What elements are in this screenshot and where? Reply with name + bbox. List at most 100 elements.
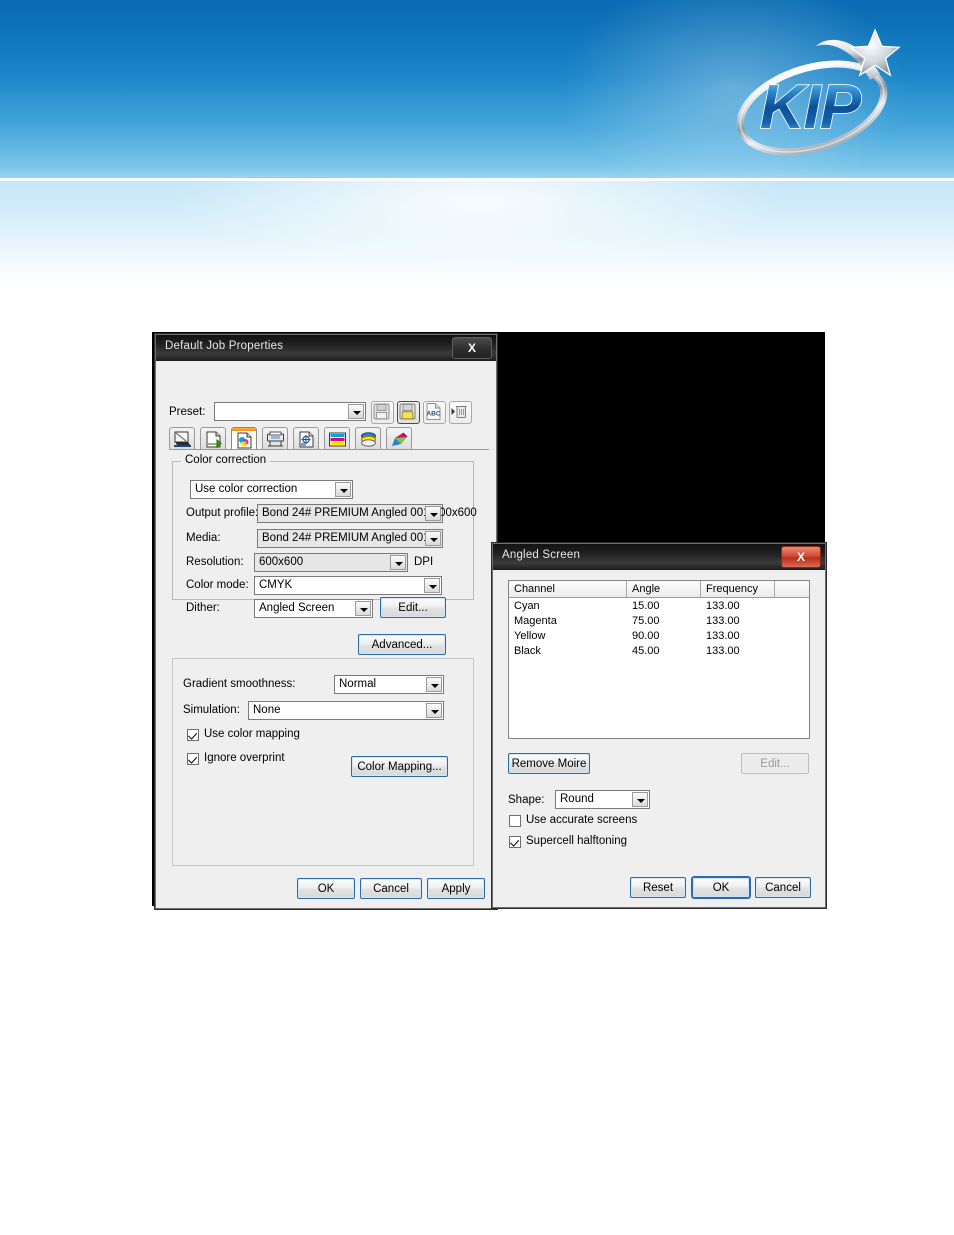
media-label: Media: bbox=[186, 532, 221, 544]
color-correction-select[interactable]: Use color correction bbox=[190, 480, 353, 499]
channel-list[interactable]: Channel Angle Frequency Cyan 15.00 133.0… bbox=[508, 580, 810, 739]
banner-lower-glow bbox=[167, 181, 787, 276]
tab-plotter[interactable] bbox=[262, 427, 288, 450]
svg-text:KIP: KIP bbox=[760, 73, 862, 142]
media-select[interactable]: Bond 24# PREMIUM Angled 001 bbox=[257, 529, 443, 548]
svg-text:ABC: ABC bbox=[426, 411, 440, 418]
cancel-button[interactable]: Cancel bbox=[755, 877, 811, 898]
tabstrip-divider bbox=[169, 449, 489, 450]
chevron-down-icon[interactable] bbox=[426, 677, 442, 692]
tab-registration[interactable] bbox=[293, 427, 319, 450]
cell-channel: Cyan bbox=[514, 600, 540, 612]
list-header: Channel Angle Frequency bbox=[509, 581, 809, 598]
output-profile-label: Output profile: bbox=[186, 507, 259, 519]
table-row[interactable]: Cyan 15.00 133.00 bbox=[509, 599, 809, 614]
gradient-smoothness-value: Normal bbox=[339, 678, 377, 690]
dialog-title: Default Job Properties bbox=[165, 340, 284, 352]
tab-cmyk-bars[interactable] bbox=[324, 427, 350, 450]
preset-input[interactable] bbox=[214, 402, 366, 421]
use-accurate-screens-checkbox[interactable] bbox=[509, 815, 521, 827]
tab-ink-stack[interactable] bbox=[355, 427, 381, 450]
column-header-angle[interactable]: Angle bbox=[627, 581, 701, 597]
use-color-mapping-label: Use color mapping bbox=[204, 728, 300, 740]
ignore-overprint-checkbox[interactable] bbox=[187, 753, 199, 765]
gradient-smoothness-select[interactable]: Normal bbox=[334, 675, 444, 694]
color-mapping-button[interactable]: Color Mapping... bbox=[351, 756, 448, 777]
chevron-down-icon[interactable] bbox=[425, 531, 441, 546]
cell-frequency: 133.00 bbox=[706, 600, 740, 612]
resolution-label: Resolution: bbox=[186, 556, 244, 568]
dialog-body: Channel Angle Frequency Cyan 15.00 133.0… bbox=[493, 570, 825, 907]
remove-moire-button[interactable]: Remove Moire bbox=[508, 753, 590, 774]
cell-frequency: 133.00 bbox=[706, 645, 740, 657]
cell-frequency: 133.00 bbox=[706, 615, 740, 627]
chevron-down-icon[interactable] bbox=[390, 555, 406, 570]
ok-button[interactable]: OK bbox=[692, 877, 750, 898]
rename-preset-button[interactable]: ABC bbox=[423, 401, 446, 424]
simulation-select[interactable]: None bbox=[248, 701, 444, 720]
use-accurate-screens-label: Use accurate screens bbox=[526, 814, 638, 826]
cell-angle: 45.00 bbox=[632, 645, 660, 657]
simulation-label: Simulation: bbox=[183, 704, 240, 716]
color-mode-value: CMYK bbox=[259, 579, 293, 591]
cell-angle: 15.00 bbox=[632, 600, 660, 612]
dialog-titlebar[interactable]: Angled Screen X bbox=[493, 544, 825, 571]
column-header-spacer bbox=[775, 581, 809, 597]
reset-button[interactable]: Reset bbox=[630, 877, 686, 898]
close-icon[interactable]: X bbox=[452, 337, 492, 359]
gradient-smoothness-label: Gradient smoothness: bbox=[183, 678, 296, 690]
angled-screen-dialog: Angled Screen X Channel Angle Frequency … bbox=[492, 543, 826, 908]
tab-printer[interactable] bbox=[169, 427, 195, 450]
advanced-button[interactable]: Advanced... bbox=[358, 634, 446, 655]
tab-page-input[interactable] bbox=[200, 427, 226, 450]
output-profile-value: Bond 24# PREMIUM Angled 001 600x600 bbox=[262, 507, 477, 519]
dialog-title: Angled Screen bbox=[502, 549, 581, 561]
chevron-down-icon[interactable] bbox=[335, 482, 351, 497]
shape-select[interactable]: Round bbox=[555, 790, 650, 809]
cancel-button[interactable]: Cancel bbox=[360, 878, 422, 899]
table-row[interactable]: Black 45.00 133.00 bbox=[509, 644, 809, 659]
chevron-down-icon[interactable] bbox=[426, 703, 442, 718]
chevron-down-icon[interactable] bbox=[632, 792, 648, 807]
table-row[interactable]: Magenta 75.00 133.00 bbox=[509, 614, 809, 629]
delete-preset-button[interactable] bbox=[449, 401, 472, 424]
ignore-overprint-label: Ignore overprint bbox=[204, 752, 285, 764]
cell-channel: Magenta bbox=[514, 615, 557, 627]
resolution-select[interactable]: 600x600 bbox=[254, 553, 408, 572]
dither-edit-button[interactable]: Edit... bbox=[380, 597, 446, 618]
media-value: Bond 24# PREMIUM Angled 001 bbox=[262, 532, 430, 544]
cell-channel: Black bbox=[514, 645, 541, 657]
chevron-down-icon[interactable] bbox=[425, 506, 441, 521]
tab-color[interactable] bbox=[231, 427, 257, 450]
close-icon[interactable]: X bbox=[781, 546, 821, 568]
dialog-titlebar[interactable]: Default Job Properties X bbox=[156, 335, 496, 362]
tab-color-brush[interactable] bbox=[386, 427, 412, 450]
banner-lower-gradient bbox=[0, 181, 954, 286]
dither-value: Angled Screen bbox=[259, 602, 335, 614]
supercell-halftoning-label: Supercell halftoning bbox=[526, 835, 628, 847]
color-mode-select[interactable]: CMYK bbox=[254, 576, 442, 595]
cell-angle: 90.00 bbox=[632, 630, 660, 642]
column-header-channel[interactable]: Channel bbox=[509, 581, 627, 597]
output-profile-select[interactable]: Bond 24# PREMIUM Angled 001 600x600 bbox=[257, 504, 477, 523]
use-color-mapping-checkbox[interactable] bbox=[187, 729, 199, 741]
default-job-properties-dialog: Default Job Properties X Preset: ABC Col… bbox=[155, 334, 497, 909]
dither-select[interactable]: Angled Screen bbox=[254, 599, 373, 618]
cell-angle: 75.00 bbox=[632, 615, 660, 627]
table-row[interactable]: Yellow 90.00 133.00 bbox=[509, 629, 809, 644]
dpi-label: DPI bbox=[414, 556, 434, 568]
tab-active-indicator bbox=[232, 428, 256, 431]
ok-button[interactable]: OK bbox=[297, 878, 355, 899]
chevron-down-icon[interactable] bbox=[355, 601, 371, 616]
supercell-halftoning-checkbox[interactable] bbox=[509, 836, 521, 848]
preset-label: Preset: bbox=[169, 406, 206, 418]
resolution-value: 600x600 bbox=[259, 556, 304, 568]
chevron-down-icon[interactable] bbox=[424, 578, 440, 593]
save-preset-button[interactable] bbox=[371, 401, 394, 424]
chevron-down-icon[interactable] bbox=[348, 404, 364, 419]
save-as-preset-button[interactable] bbox=[397, 401, 420, 424]
apply-button[interactable]: Apply bbox=[427, 878, 485, 899]
edit-button: Edit... bbox=[741, 753, 809, 774]
column-header-frequency[interactable]: Frequency bbox=[701, 581, 775, 597]
group-title: Color correction bbox=[181, 454, 271, 466]
